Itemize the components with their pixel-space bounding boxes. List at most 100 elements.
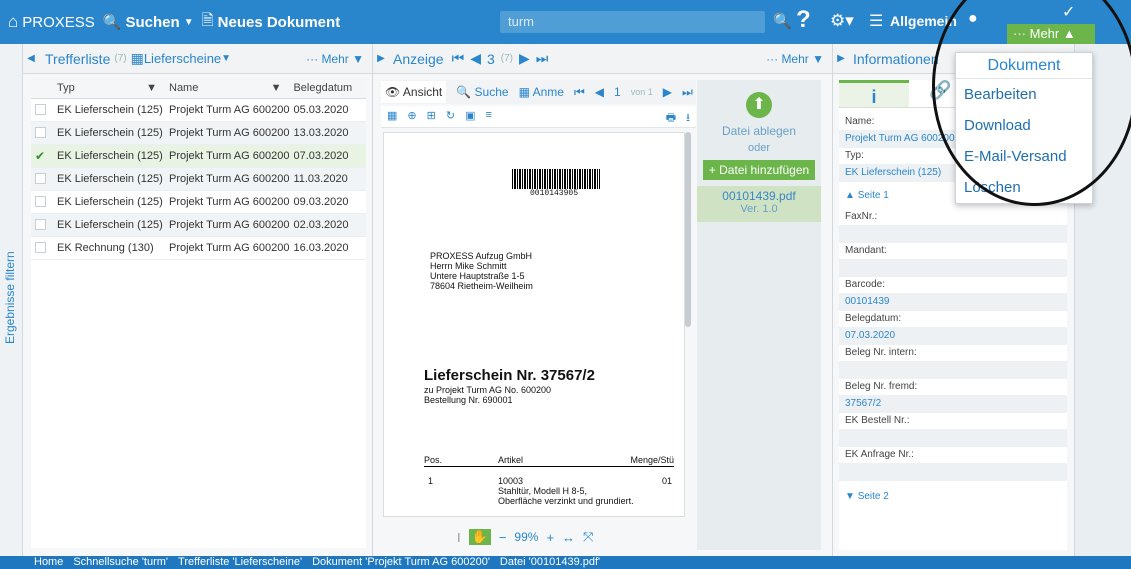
field-value[interactable]	[839, 259, 1067, 277]
viewer-more-button[interactable]: ··· Mehr ▼	[766, 52, 824, 66]
more-dots-icon: ···	[306, 51, 319, 66]
cell-date: 13.03.2020	[289, 121, 366, 145]
gear-icon[interactable]: ⚙▾	[830, 11, 854, 31]
row-checkbox[interactable]: ✔	[31, 144, 53, 168]
row-checkbox[interactable]	[31, 98, 53, 122]
table-row[interactable]: EK Lieferschein (125) Projekt Turm AG 600…	[31, 190, 366, 214]
zoom-out-icon[interactable]: −	[499, 530, 507, 545]
column-header-date[interactable]: Belegdatum	[289, 78, 366, 99]
cell-name: Projekt Turm AG 600200	[165, 190, 290, 214]
tab-view[interactable]: 👁 Ansicht	[381, 81, 447, 103]
row-checkbox[interactable]	[31, 236, 53, 260]
home-button[interactable]: ⌂ PROXESS	[0, 0, 99, 44]
menu-item-delete[interactable]: Löschen	[956, 172, 1092, 203]
breadcrumb-item[interactable]: Schnellsuche 'turm'	[73, 556, 168, 568]
section-page-2[interactable]: ▼ Seite 2	[839, 481, 1067, 512]
breadcrumb-item[interactable]: Trefferliste 'Lieferscheine'	[178, 556, 302, 568]
text-cursor-icon[interactable]: I	[457, 530, 461, 545]
field-value[interactable]	[839, 429, 1067, 447]
page-number[interactable]: 3	[487, 51, 495, 67]
menu-item-download[interactable]: Download	[956, 110, 1092, 141]
zoom-level[interactable]: 99%	[514, 530, 538, 544]
link-icon[interactable]: 🔗	[929, 80, 951, 107]
breadcrumb-item[interactable]: Datei '00101439.pdf'	[500, 556, 600, 568]
user-icon[interactable]: ●	[968, 10, 978, 28]
fit-width-icon[interactable]: ↔	[562, 530, 575, 545]
field-label: Beleg Nr. intern:	[845, 347, 917, 358]
search-input[interactable]: turm	[500, 11, 765, 33]
info-tab[interactable]: i	[839, 80, 909, 107]
table-row[interactable]: EK Rechnung (130) Projekt Turm AG 600200 1…	[31, 236, 366, 260]
search-submit-icon[interactable]: 🔍	[773, 12, 792, 30]
upload-icon[interactable]: ⬆	[746, 92, 772, 118]
file-item[interactable]: 00101439.pdf Ver. 1.0	[697, 186, 821, 222]
next-page-icon[interactable]: ▶	[519, 50, 530, 67]
page-icon[interactable]: ▣	[465, 109, 475, 124]
table-row[interactable]: EK Lieferschein (125) Projekt Turm AG 600…	[31, 213, 366, 237]
file-version: Ver. 1.0	[740, 203, 778, 215]
view-selector[interactable]: Lieferscheine	[144, 51, 221, 66]
help-icon[interactable]: ?	[796, 6, 811, 34]
or-label: oder	[747, 142, 771, 154]
brand-label: PROXESS	[22, 13, 95, 31]
subpage-first-icon[interactable]: ⏮	[574, 85, 585, 100]
table-row[interactable]: ✔ EK Lieferschein (125) Projekt Turm AG 60…	[31, 144, 366, 168]
zoom-in-icon[interactable]: ⊕	[407, 109, 416, 124]
zoom-in-button[interactable]: +	[546, 530, 554, 545]
new-document-button[interactable]: 🗎 Neues Dokument	[198, 0, 345, 44]
subpage-number[interactable]: 1	[614, 85, 621, 99]
prev-page-icon[interactable]: ◀	[470, 50, 481, 67]
more-button[interactable]: ··· Mehr ▼	[306, 52, 364, 66]
print-icon[interactable]: 🖶	[666, 109, 676, 124]
first-page-icon[interactable]: ⏮	[452, 50, 465, 67]
subpage-last-icon[interactable]: ⏭	[682, 85, 693, 100]
result-list-panel: ◀ Trefferliste (7) ▦ Lieferscheine ▼ ···…	[23, 44, 373, 556]
hand-tool-icon[interactable]: ✋	[468, 529, 491, 545]
field-value[interactable]	[839, 463, 1067, 481]
viewer-scrollbar[interactable]	[685, 132, 691, 327]
menu-item-edit[interactable]: Bearbeiten	[956, 79, 1092, 110]
row-checkbox[interactable]	[31, 190, 53, 214]
fullscreen-icon[interactable]: ⤧	[583, 529, 593, 545]
filter-results-tab[interactable]: Ergebnisse filtern	[0, 44, 23, 556]
add-file-button[interactable]: + Datei hinzufügen	[703, 160, 815, 180]
column-header-name[interactable]: Name ▼	[165, 78, 290, 99]
collapse-icon[interactable]: ◀	[23, 53, 39, 64]
cell-name: Projekt Turm AG 600200	[165, 167, 290, 191]
column-header-type[interactable]: Typ ▼	[53, 78, 165, 99]
profile-selector[interactable]: Allgemein	[890, 13, 957, 29]
expand-icon[interactable]: ▶	[373, 53, 389, 64]
result-count: (7)	[114, 53, 127, 64]
row-checkbox[interactable]	[31, 121, 53, 145]
zoom-bar: I ✋ − 99% + ↔ ⤧	[457, 526, 607, 548]
file-name: 00101439.pdf	[722, 189, 796, 203]
menu-item-email[interactable]: E-Mail-Versand	[956, 141, 1092, 172]
breadcrumb-item[interactable]: Home	[34, 556, 63, 568]
field-value[interactable]: 07.03.2020	[839, 327, 1067, 345]
tab-annotations[interactable]: ▦ Anme	[519, 85, 564, 99]
breadcrumb-item[interactable]: Dokument 'Projekt Turm AG 600200'	[312, 556, 490, 568]
tab-search[interactable]: 🔍 Suche	[456, 85, 508, 99]
last-page-icon[interactable]: ⏭	[536, 50, 549, 67]
rotate-icon[interactable]: ↻	[446, 109, 455, 124]
table-row[interactable]: EK Lieferschein (125) Projekt Turm AG 600…	[31, 121, 366, 145]
table-row[interactable]: EK Lieferschein (125) Projekt Turm AG 600…	[31, 98, 366, 122]
field-value[interactable]: 00101439	[839, 293, 1067, 311]
thumbnails-icon[interactable]: ▦	[387, 109, 397, 124]
document-icon: 🗎	[201, 11, 214, 29]
download-icon[interactable]: ⭳	[686, 109, 690, 124]
chevron-down-icon[interactable]: ▼	[221, 53, 231, 64]
list-icon[interactable]: ≡	[485, 109, 491, 124]
field-value[interactable]	[839, 361, 1067, 379]
field-value[interactable]	[839, 225, 1067, 243]
subpage-prev-icon[interactable]: ◀	[595, 85, 604, 99]
more-menu-button[interactable]: ··· Mehr ▲	[1007, 24, 1095, 44]
fit-icon[interactable]: ⊞	[427, 109, 436, 124]
expand-icon[interactable]: ▶	[833, 53, 849, 64]
table-row[interactable]: EK Lieferschein (125) Projekt Turm AG 600…	[31, 167, 366, 191]
row-checkbox[interactable]	[31, 167, 53, 191]
search-menu-button[interactable]: 🔍 Suchen ▼	[99, 0, 198, 44]
subpage-next-icon[interactable]: ▶	[663, 85, 672, 99]
field-value[interactable]: 37567/2	[839, 395, 1067, 413]
row-checkbox[interactable]	[31, 213, 53, 237]
